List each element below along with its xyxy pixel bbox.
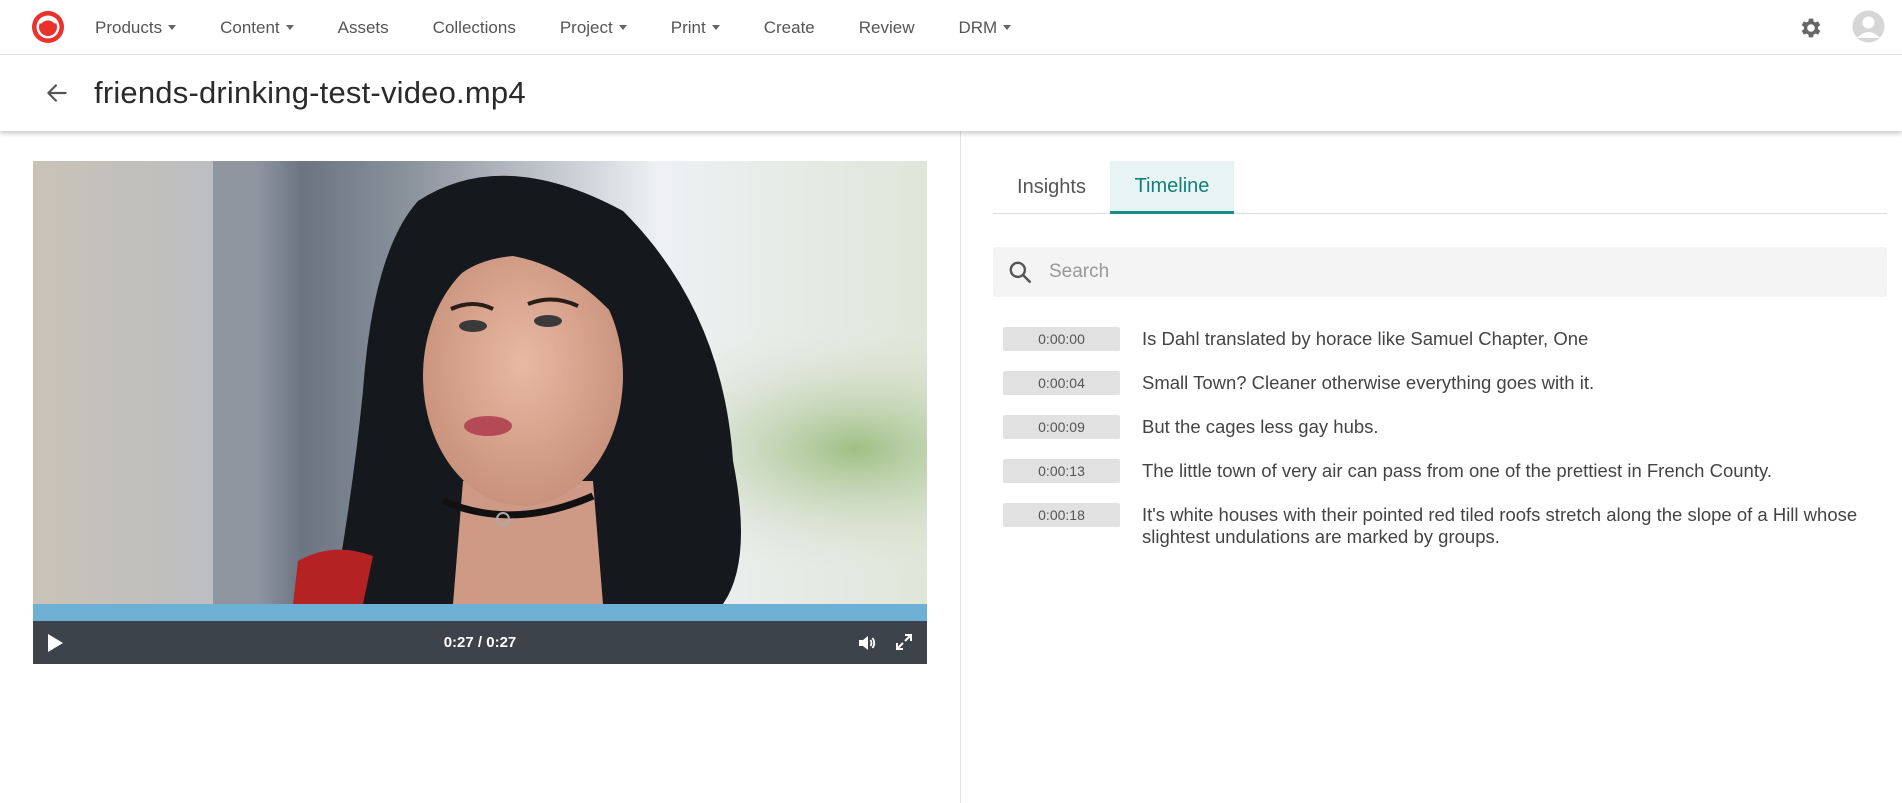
timestamp-button[interactable]: 0:00:04 [1003,371,1120,395]
tab-insights[interactable]: Insights [993,161,1110,214]
nav-assets[interactable]: Assets [338,18,389,38]
nav-content-label: Content [220,17,280,37]
main-nav: Products Content Assets Collections Proj… [95,0,1055,55]
gear-icon[interactable] [1798,15,1824,41]
asset-header: friends-drinking-test-video.mp4 [0,55,1902,131]
transcript-text: Is Dahl translated by horace like Samuel… [1142,328,1589,349]
caret-down-icon [711,25,720,30]
caret-down-icon [1003,25,1012,30]
transcript-text: It's white houses with their pointed red… [1142,504,1858,547]
timestamp-button[interactable]: 0:00:09 [1003,415,1120,439]
playback-time: 0:27 / 0:27 [443,634,517,651]
nav-drm[interactable]: DRM [959,18,1012,38]
nav-collections-label: Collections [432,17,516,37]
timestamp-button[interactable]: 0:00:00 [1003,327,1120,351]
tab-timeline[interactable]: Timeline [1110,161,1234,214]
nav-print[interactable]: Print [671,18,720,38]
nav-assets-label: Assets [337,17,389,37]
avatar-icon[interactable] [1852,10,1885,43]
nav-products[interactable]: Products [95,17,177,38]
nav-drm-label: DRM [958,17,998,37]
nav-create-label: Create [763,17,815,37]
transcript-text: Small Town? Cleaner otherwise everything… [1142,372,1595,393]
nav-review-label: Review [858,17,915,37]
top-navbar: Products Content Assets Collections Proj… [0,0,1902,55]
transcript-text: The little town of very air can pass fro… [1142,460,1772,481]
playback-progress-bar[interactable] [33,604,927,621]
nav-review[interactable]: Review [859,18,915,38]
video-player[interactable]: 0:27 / 0:27 [33,161,927,664]
volume-icon[interactable] [857,633,877,653]
nav-create[interactable]: Create [764,18,815,38]
timestamp-button[interactable]: 0:00:18 [1003,503,1120,527]
fullscreen-icon[interactable] [895,633,913,651]
video-frame[interactable] [33,161,927,604]
nav-products-label: Products [95,17,163,37]
brand-logo-icon[interactable] [30,9,66,45]
panel-tabs: Insights Timeline [993,161,1887,214]
caret-down-icon [285,25,294,30]
caret-down-icon [168,25,177,30]
search-icon [1009,261,1032,284]
nav-project-label: Project [559,17,613,37]
nav-collections[interactable]: Collections [433,18,516,38]
page-title: friends-drinking-test-video.mp4 [94,75,526,110]
panel-divider [960,131,961,803]
arrow-left-icon[interactable] [44,80,70,106]
player-controls: 0:27 / 0:27 [33,621,927,664]
caret-down-icon [618,25,627,30]
transcript-text: But the cages less gay hubs. [1142,416,1379,437]
nav-content[interactable]: Content [220,18,294,38]
nav-project[interactable]: Project [560,18,627,38]
timestamp-button[interactable]: 0:00:13 [1003,459,1120,483]
nav-print-label: Print [670,17,706,37]
timeline-search [993,247,1887,297]
search-input[interactable] [1049,247,1869,297]
